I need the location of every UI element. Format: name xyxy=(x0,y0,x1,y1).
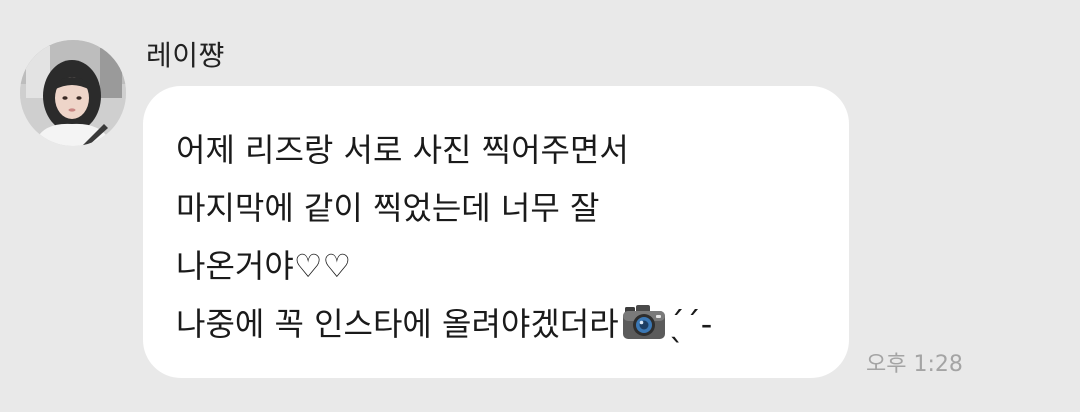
trail-symbols: ˎ́ˊ- xyxy=(668,305,713,343)
message-line-last: 나중에 꼭 인스타에 올려야겠더라 ˎ́ˊ- xyxy=(176,295,712,353)
message-line: 어제 리즈랑 서로 사진 찍어주면서 xyxy=(176,131,629,169)
camera-icon xyxy=(621,303,667,341)
message-bubble[interactable]: 어제 리즈랑 서로 사진 찍어주면서 마지막에 같이 찍었는데 너무 잘 나온거… xyxy=(143,86,849,378)
timestamp: 오후 1:28 xyxy=(866,352,963,377)
avatar[interactable] xyxy=(20,40,126,146)
message-text: 어제 리즈랑 서로 사진 찍어주면서 마지막에 같이 찍었는데 너무 잘 나온거… xyxy=(176,121,712,353)
sender-name: 레이쨩 xyxy=(146,39,225,72)
message-line: 마지막에 같이 찍었는데 너무 잘 xyxy=(176,189,600,227)
avatar-photo xyxy=(20,40,126,146)
message-line: 나온거야♡♡ xyxy=(176,247,352,285)
message-line-text: 나중에 꼭 인스타에 올려야겠더라 xyxy=(176,305,619,343)
